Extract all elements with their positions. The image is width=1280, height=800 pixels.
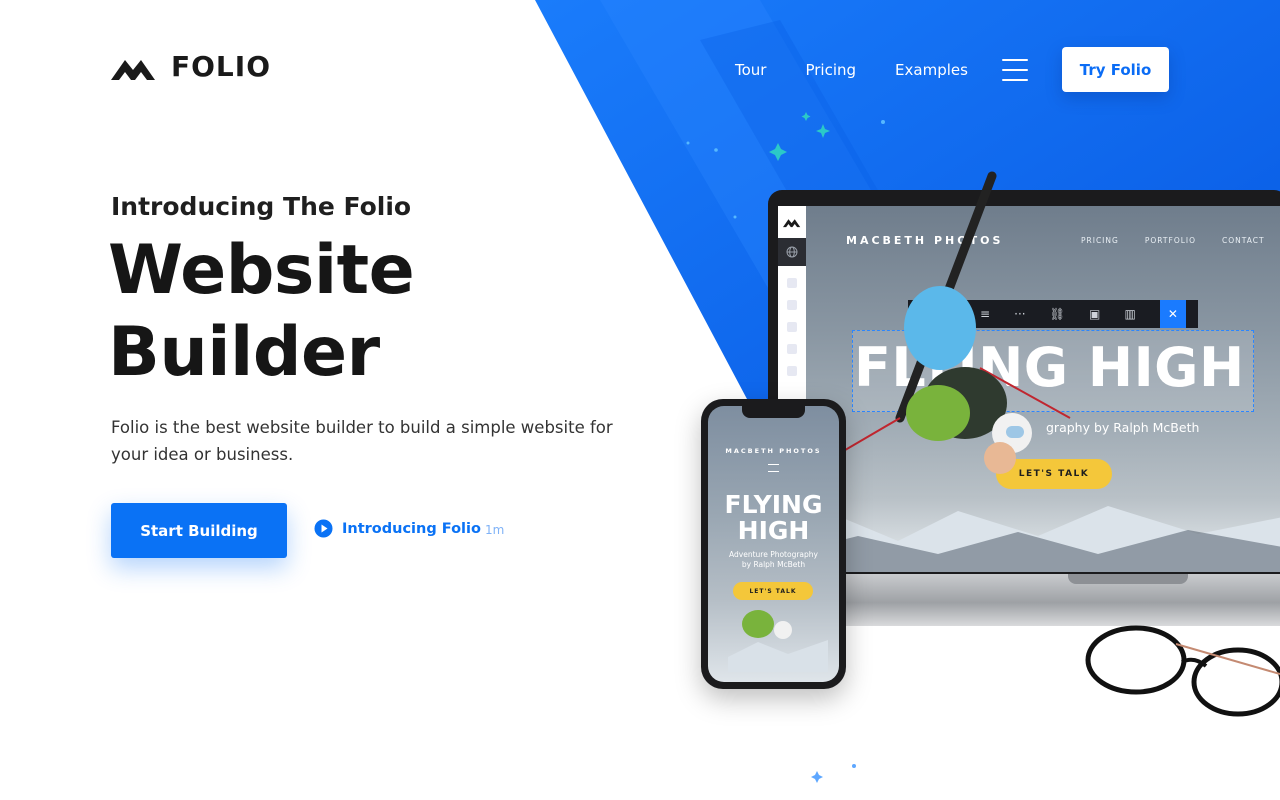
- main-nav: Tour Pricing Examples: [735, 58, 1007, 82]
- laptop-notch: [1068, 574, 1188, 584]
- globe-icon[interactable]: [778, 238, 806, 266]
- folio-mountain-icon: [111, 59, 155, 80]
- nav-item-pricing[interactable]: Pricing: [805, 58, 856, 82]
- menu-hamburger-icon[interactable]: [1002, 59, 1028, 81]
- skier-image: [840, 171, 1071, 474]
- preview-nav-portfolio[interactable]: PORTFOLIO: [1145, 236, 1196, 245]
- hero-headline-line-2: Builder: [108, 313, 380, 392]
- phone-menu-icon[interactable]: [768, 464, 779, 472]
- sidebar-tool[interactable]: [787, 300, 797, 310]
- brand-name: FOLIO: [171, 50, 271, 83]
- nav-item-tour[interactable]: Tour: [735, 58, 766, 82]
- nav-item-examples[interactable]: Examples: [895, 58, 968, 82]
- play-icon: [314, 519, 333, 538]
- try-folio-button[interactable]: Try Folio: [1062, 47, 1169, 92]
- phone-headline: FLYING HIGH: [724, 490, 823, 545]
- eyeglasses-image: [1085, 625, 1280, 717]
- sidebar-tool[interactable]: [787, 366, 797, 376]
- sidebar-tool[interactable]: [787, 322, 797, 332]
- sidebar-tool[interactable]: [787, 344, 797, 354]
- folio-mountain-icon[interactable]: [783, 216, 801, 228]
- trash-icon[interactable]: ▥: [1124, 307, 1135, 321]
- phone-subtitle: Adventure Photography by Ralph McBeth: [729, 550, 818, 569]
- sidebar-tool[interactable]: [787, 278, 797, 288]
- intro-video-label: Introducing Folio: [342, 520, 481, 537]
- mountain-range-image: [778, 506, 1280, 572]
- hero-eyebrow: Introducing The Folio: [111, 192, 412, 221]
- phone-site-preview: MACBETH PHOTOS FLYING HIGH Adventure Pho…: [708, 406, 839, 682]
- phone-mockup: MACBETH PHOTOS FLYING HIGH Adventure Pho…: [701, 399, 846, 689]
- phone-notch: [742, 406, 805, 418]
- close-icon[interactable]: ✕: [1159, 300, 1186, 328]
- phone-site-brand: MACBETH PHOTOS: [725, 447, 822, 455]
- brand-logo[interactable]: FOLIO: [111, 50, 271, 83]
- hero-lead: Folio is the best website builder to bui…: [111, 418, 613, 464]
- image-icon[interactable]: ▣: [1089, 307, 1100, 321]
- intro-video-link[interactable]: Introducing Folio 1m: [314, 519, 504, 538]
- phone-skier-image: [728, 610, 828, 672]
- preview-site-nav: PRICING PORTFOLIO CONTACT: [1081, 236, 1265, 245]
- preview-nav-contact[interactable]: CONTACT: [1222, 236, 1265, 245]
- editor-sidebar: [778, 206, 806, 406]
- intro-video-duration: 1m: [484, 522, 505, 537]
- hero-headline: Website Builder: [108, 230, 628, 394]
- phone-lets-talk-button[interactable]: LET'S TALK: [733, 582, 813, 600]
- hero-headline-line-1: Website: [108, 231, 415, 310]
- start-building-button[interactable]: Start Building: [111, 503, 287, 558]
- preview-nav-pricing[interactable]: PRICING: [1081, 236, 1119, 245]
